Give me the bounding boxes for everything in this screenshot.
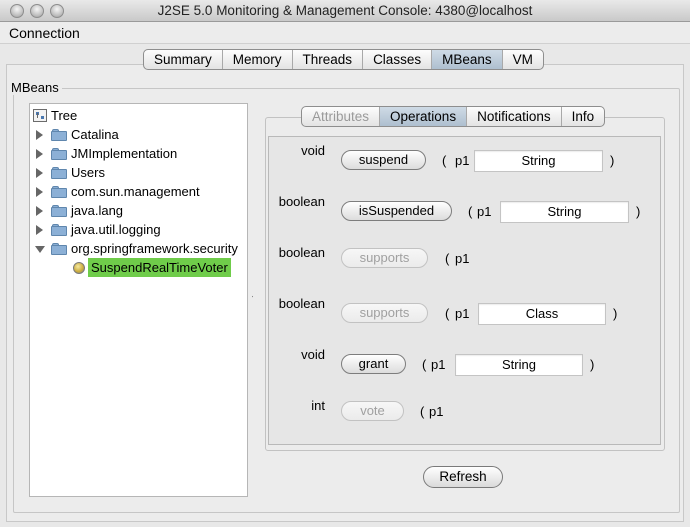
param-label: p1 [429, 404, 444, 419]
mbean-tab-bar: Attributes Operations Notifications Info [301, 106, 606, 127]
open-paren: ( [445, 306, 450, 321]
param-input[interactable]: String [455, 354, 583, 376]
tree-node-label: Catalina [71, 127, 119, 142]
folder-icon [51, 148, 67, 160]
tree-node-label: java.lang [71, 203, 124, 218]
supports-class-button[interactable]: supports [341, 303, 428, 323]
close-paren: ) [636, 204, 641, 219]
disclosure-closed-icon[interactable] [36, 168, 43, 178]
refresh-button[interactable]: Refresh [423, 466, 503, 488]
title-bar: J2SE 5.0 Monitoring & Management Console… [0, 0, 690, 22]
tree-node-label: org.springframework.security [71, 241, 238, 256]
folder-icon [51, 243, 67, 255]
tree-root-label: Tree [51, 108, 78, 123]
return-type: boolean [278, 194, 325, 209]
open-paren: ( [445, 251, 450, 266]
folder-icon [51, 224, 67, 236]
issuspended-button[interactable]: isSuspended [341, 201, 452, 221]
supports-button[interactable]: supports [341, 248, 428, 268]
tree-node-java-lang[interactable]: java.lang [30, 201, 247, 220]
close-paren: ) [610, 153, 615, 168]
param-label: p1 [455, 306, 470, 321]
tab-mbeans[interactable]: MBeans [432, 50, 503, 69]
param-input[interactable]: String [500, 201, 629, 223]
disclosure-closed-icon[interactable] [36, 130, 43, 140]
close-paren: ) [590, 357, 595, 372]
param-label: p1 [455, 251, 470, 266]
param-label: p1 [431, 357, 446, 372]
selected-leaf-label: SuspendRealTimeVoter [88, 258, 231, 277]
grant-button[interactable]: grant [341, 354, 406, 374]
disclosure-closed-icon[interactable] [36, 206, 43, 216]
mbean-tree[interactable]: Tree Catalina JMImplementation Users com… [29, 103, 248, 497]
tree-node-label: java.util.logging [71, 222, 161, 237]
menu-connection[interactable]: Connection [9, 25, 80, 41]
open-paren: ( [442, 153, 447, 168]
tree-leaf-suspendrealtimevoter[interactable]: SuspendRealTimeVoter [30, 258, 247, 277]
disclosure-closed-icon[interactable] [36, 225, 43, 235]
mbean-icon [73, 262, 85, 274]
tree-node-java-util-logging[interactable]: java.util.logging [30, 220, 247, 239]
tree-node-jmimplementation[interactable]: JMImplementation [30, 144, 247, 163]
tab-notifications[interactable]: Notifications [467, 107, 562, 126]
tree-node-com-sun-management[interactable]: com.sun.management [30, 182, 247, 201]
param-label: p1 [477, 204, 492, 219]
return-type: int [311, 398, 325, 413]
tree-node-catalina[interactable]: Catalina [30, 125, 247, 144]
folder-icon [51, 129, 67, 141]
tab-memory[interactable]: Memory [223, 50, 293, 69]
param-input[interactable]: Class [478, 303, 606, 325]
return-type: void [301, 143, 325, 158]
close-paren: ) [613, 306, 618, 321]
return-type: boolean [278, 245, 325, 260]
tree-node-org-springframework-security[interactable]: org.springframework.security [30, 239, 247, 258]
disclosure-open-icon[interactable] [35, 246, 45, 253]
tree-node-label: JMImplementation [71, 146, 178, 161]
disclosure-closed-icon[interactable] [36, 149, 43, 159]
tab-classes[interactable]: Classes [363, 50, 433, 69]
tree-root-icon [33, 109, 47, 122]
tree-node-users[interactable]: Users [30, 163, 247, 182]
tree-node-label: com.sun.management [71, 184, 200, 199]
tab-attributes[interactable]: Attributes [302, 107, 381, 126]
operations-panel [268, 136, 661, 445]
top-tab-bar: Summary Memory Threads Classes MBeans VM [143, 49, 544, 70]
tab-threads[interactable]: Threads [293, 50, 364, 69]
disclosure-closed-icon[interactable] [36, 187, 43, 197]
folder-icon [51, 205, 67, 217]
return-type: boolean [278, 296, 325, 311]
mbeans-group-label: MBeans [8, 80, 62, 95]
window-title: J2SE 5.0 Monitoring & Management Console… [157, 3, 533, 18]
open-paren: ( [420, 404, 425, 419]
param-input[interactable]: String [474, 150, 603, 172]
tree-node-label: Users [71, 165, 105, 180]
param-label: p1 [455, 153, 470, 168]
tab-info[interactable]: Info [562, 107, 605, 126]
folder-icon [51, 167, 67, 179]
tab-vm[interactable]: VM [503, 50, 543, 69]
return-type: void [301, 347, 325, 362]
folder-icon [51, 186, 67, 198]
open-paren: ( [468, 204, 473, 219]
suspend-button[interactable]: suspend [341, 150, 426, 170]
open-paren: ( [422, 357, 427, 372]
tab-operations[interactable]: Operations [380, 107, 468, 126]
tab-summary[interactable]: Summary [144, 50, 223, 69]
vote-button[interactable]: vote [341, 401, 404, 421]
menu-bar: Connection [0, 22, 690, 44]
